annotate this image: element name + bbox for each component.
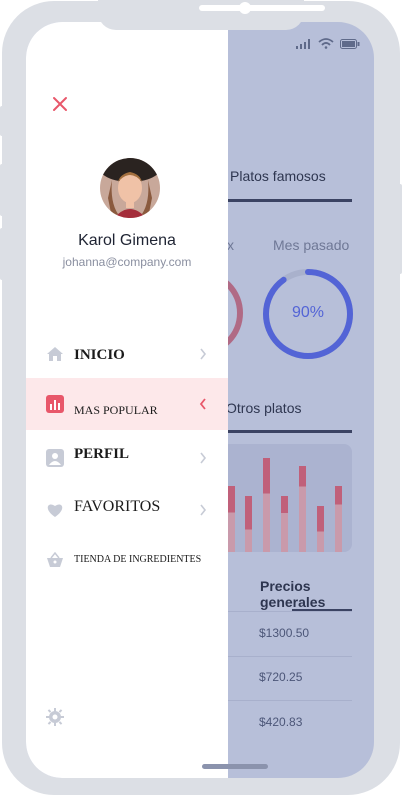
menu-label-favoritos: FAVORITOS — [74, 498, 161, 515]
front-camera — [239, 2, 251, 14]
chart-bar — [263, 458, 270, 552]
user-name: Karol Gimena — [78, 232, 176, 249]
menu-label-perfil: PERFIL — [74, 446, 130, 462]
chevron-right-icon — [200, 452, 207, 464]
signal-icon — [296, 38, 310, 49]
tab-underline — [222, 199, 352, 202]
price-value: $420.83 — [259, 715, 303, 729]
side-button — [398, 184, 402, 274]
close-icon[interactable] — [52, 96, 68, 112]
price-value: $720.25 — [259, 670, 303, 684]
tab-platos-famosos[interactable]: Platos famosos — [230, 168, 326, 184]
menu-item-tienda[interactable]: TIENDA DE INGREDIENTES — [26, 534, 228, 586]
chevron-right-icon — [200, 504, 207, 516]
side-button — [0, 228, 4, 280]
stat-label-mes-pasado: Mes pasado — [273, 237, 350, 253]
menu-item-inicio[interactable]: INICIO — [26, 328, 228, 380]
menu-item-perfil[interactable]: PERFIL — [26, 432, 228, 484]
home-indicator[interactable] — [202, 764, 268, 769]
tab-otros-platos[interactable]: Otros platos — [226, 400, 301, 416]
gear-icon[interactable] — [46, 708, 64, 726]
status-bar — [296, 38, 360, 49]
chart-bar — [299, 466, 306, 552]
menu-item-mas-popular[interactable]: MAS POPULAR — [26, 378, 228, 430]
menu-item-favoritos[interactable]: FAVORITOS — [26, 484, 228, 536]
mes-pasado-percent: 90% — [291, 304, 325, 321]
battery-icon — [340, 38, 360, 49]
menu-label-tienda: TIENDA DE INGREDIENTES — [74, 554, 202, 565]
home-icon — [47, 347, 63, 361]
side-button — [0, 164, 4, 216]
price-value: $1300.50 — [259, 626, 310, 640]
side-button — [0, 106, 4, 136]
basket-icon — [47, 552, 63, 567]
bar-chart-card — [222, 444, 352, 552]
speaker — [199, 5, 325, 11]
chevron-left-icon — [199, 398, 206, 410]
screen: Platos famosos x Mes pasado 90% Otros pl… — [26, 22, 374, 778]
divider — [222, 656, 352, 657]
menu-label-inicio: INICIO — [74, 347, 125, 363]
side-drawer: Karol Gimena johanna@company.com INICIO … — [26, 22, 228, 778]
chart-bar — [281, 496, 288, 552]
menu-label-mas-popular: MAS POPULAR — [74, 403, 158, 417]
tab-underline-2 — [222, 430, 352, 433]
chart-bar — [245, 496, 252, 552]
tab-precios-generales[interactable]: Precios generales — [260, 578, 374, 610]
heart-icon — [47, 504, 63, 517]
stat-label-prev: x — [227, 237, 234, 253]
chart-bar — [228, 486, 235, 552]
divider — [222, 611, 352, 612]
bar-chart-icon — [46, 395, 64, 413]
divider — [222, 700, 352, 701]
user-email: johanna@company.com — [62, 255, 192, 269]
chart-bar — [335, 486, 342, 552]
chevron-right-icon — [200, 348, 207, 360]
chart-bar — [317, 506, 324, 552]
avatar[interactable] — [100, 158, 160, 218]
wifi-icon — [318, 38, 334, 49]
notch — [98, 0, 325, 30]
profile-icon — [46, 449, 64, 467]
